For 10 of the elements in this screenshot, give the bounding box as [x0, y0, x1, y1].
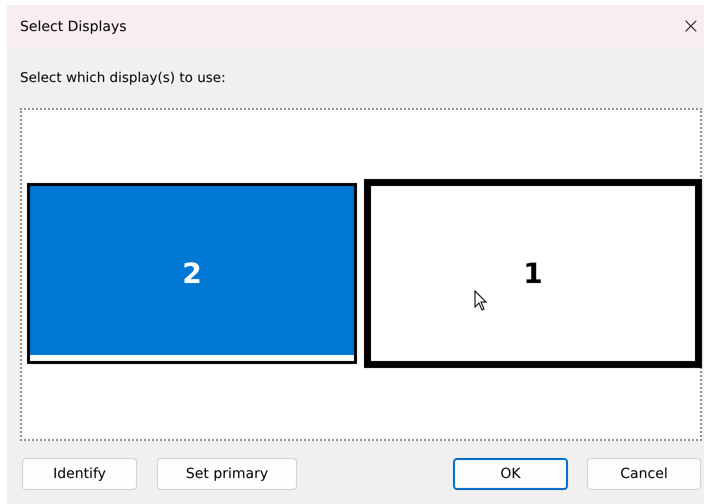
prompt-text: Select which display(s) to use: [20, 70, 227, 88]
window-title: Select Displays [20, 18, 127, 34]
dialog-button[interactable]: Identify [22, 458, 137, 490]
display-tile[interactable]: 1 [364, 179, 702, 368]
dialog-button[interactable]: OK [453, 458, 568, 490]
display-tile[interactable]: 2 [27, 183, 357, 364]
dialog-button[interactable]: Set primary [157, 458, 297, 490]
mouse-pointer-icon [474, 290, 488, 312]
dialog-button[interactable]: Cancel [587, 458, 701, 490]
close-button[interactable]: × [682, 14, 704, 39]
